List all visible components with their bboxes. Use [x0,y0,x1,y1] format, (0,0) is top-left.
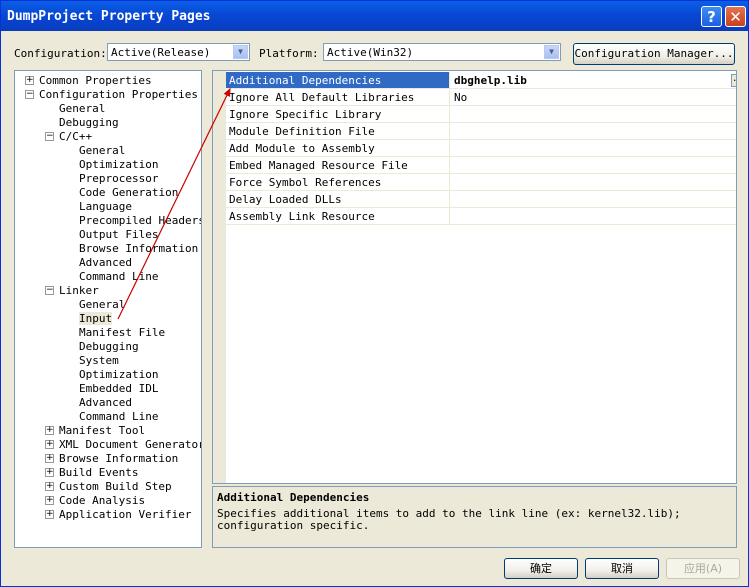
platform-combo[interactable]: Active(Win32) ▼ [323,43,561,61]
platform-value: Active(Win32) [327,46,414,59]
tree-item[interactable]: Configuration Properties [39,88,198,101]
property-row[interactable]: Add Module to Assembly [226,140,736,157]
tree-item[interactable]: Application Verifier [59,508,191,521]
tree-item[interactable]: Linker [59,284,99,297]
tree-item[interactable]: Advanced [79,256,132,269]
tree-item[interactable]: General [79,144,125,157]
expand-icon[interactable]: + [25,76,34,85]
property-name: Additional Dependencies [229,74,382,87]
property-name: Add Module to Assembly [229,142,375,155]
property-row[interactable]: Ignore Specific Library [226,106,736,123]
collapse-icon[interactable]: − [45,132,54,141]
tree-item[interactable]: Code Analysis [59,494,145,507]
expand-icon[interactable]: + [45,468,54,477]
tree-item[interactable]: Optimization [79,158,158,171]
window-title: DumpProject Property Pages [7,9,211,24]
tree-item[interactable]: XML Document Generator [59,438,201,451]
description-text: Specifies additional items to add to the… [217,507,681,532]
tree-item[interactable]: Precompiled Headers [79,214,201,227]
property-name: Assembly Link Resource [229,210,375,223]
tree-item[interactable]: Build Events [59,466,138,479]
configuration-combo[interactable]: Active(Release) ▼ [107,43,250,61]
ok-button[interactable]: 确定 [504,558,578,579]
property-name: Ignore Specific Library [229,108,382,121]
column-divider [449,208,450,225]
chevron-down-icon[interactable]: ▼ [544,45,559,59]
property-name: Delay Loaded DLLs [229,193,342,206]
tree-item[interactable]: Common Properties [39,74,152,87]
collapse-icon[interactable]: − [45,286,54,295]
property-row[interactable]: Ignore All Default Libraries No [226,89,736,106]
tree-item[interactable]: Browse Information [79,242,198,255]
configuration-manager-button[interactable]: Configuration Manager... [573,43,735,65]
column-divider [449,106,450,123]
description-panel: Additional Dependencies Specifies additi… [212,486,737,548]
tree-item[interactable]: Output Files [79,228,158,241]
title-bar[interactable]: DumpProject Property Pages ? ✕ [1,1,748,31]
configuration-value: Active(Release) [111,46,211,59]
chevron-down-icon[interactable]: ▼ [233,45,248,59]
tree-item[interactable]: Language [79,200,132,213]
property-row[interactable]: Module Definition File [226,123,736,140]
column-divider [449,191,450,208]
property-row[interactable]: Embed Managed Resource File [226,157,736,174]
expand-icon[interactable]: + [45,496,54,505]
tree-item[interactable]: C/C++ [59,130,92,143]
collapse-icon[interactable]: − [25,90,34,99]
column-divider [449,157,450,174]
tree-item[interactable]: Input [79,312,113,325]
tree-item[interactable]: Browse Information [59,452,178,465]
tree-item[interactable]: Command Line [79,270,158,283]
description-title: Additional Dependencies [217,491,370,504]
property-name: Embed Managed Resource File [229,159,408,172]
help-button[interactable]: ? [701,6,722,27]
expand-icon[interactable]: + [45,510,54,519]
column-divider [449,89,450,106]
configuration-label: Configuration: [14,47,107,60]
property-tree[interactable]: + Common Properties − Configuration Propert… [14,70,202,548]
property-name: Ignore All Default Libraries [229,91,415,104]
property-name: Module Definition File [229,125,375,138]
tree-item[interactable]: Command Line [79,410,158,423]
grid-gutter [213,71,226,483]
tree-item[interactable]: Code Generation [79,186,178,199]
property-value[interactable]: No [454,91,467,104]
property-row[interactable]: Assembly Link Resource [226,208,736,225]
property-row[interactable]: Additional Dependencies dbghelp.lib... [226,72,736,89]
expand-icon[interactable]: + [45,426,54,435]
tree-item[interactable]: Debugging [79,340,139,353]
property-row[interactable]: Force Symbol References [226,174,736,191]
expand-icon[interactable]: + [45,482,54,491]
property-name: Force Symbol References [229,176,382,189]
column-divider [449,123,450,140]
tree-item[interactable]: General [79,298,125,311]
cancel-button[interactable]: 取消 [585,558,659,579]
tree-item[interactable]: Preprocessor [79,172,158,185]
property-grid[interactable]: Additional Dependencies dbghelp.lib... Ign… [212,70,737,484]
ellipsis-button[interactable]: ... [731,74,736,87]
property-value[interactable]: dbghelp.lib [454,74,527,87]
tree-item[interactable]: General [59,102,105,115]
column-divider [449,174,450,191]
tree-item[interactable]: Manifest File [79,326,165,339]
property-row[interactable]: Delay Loaded DLLs [226,191,736,208]
tree-item[interactable]: Custom Build Step [59,480,172,493]
platform-label: Platform: [259,47,319,60]
column-divider [449,140,450,157]
tree-item[interactable]: Advanced [79,396,132,409]
tree-item[interactable]: Embedded IDL [79,382,158,395]
expand-icon[interactable]: + [45,440,54,449]
tree-item[interactable]: Debugging [59,116,119,129]
tree-item[interactable]: Manifest Tool [59,424,145,437]
column-divider [449,72,450,89]
tree-item[interactable]: Optimization [79,368,158,381]
property-pages-window: DumpProject Property Pages ? ✕ Configura… [0,0,749,587]
tree-item[interactable]: System [79,354,119,367]
close-button[interactable]: ✕ [725,6,746,27]
apply-button[interactable]: 应用(A) [666,558,740,579]
expand-icon[interactable]: + [45,454,54,463]
